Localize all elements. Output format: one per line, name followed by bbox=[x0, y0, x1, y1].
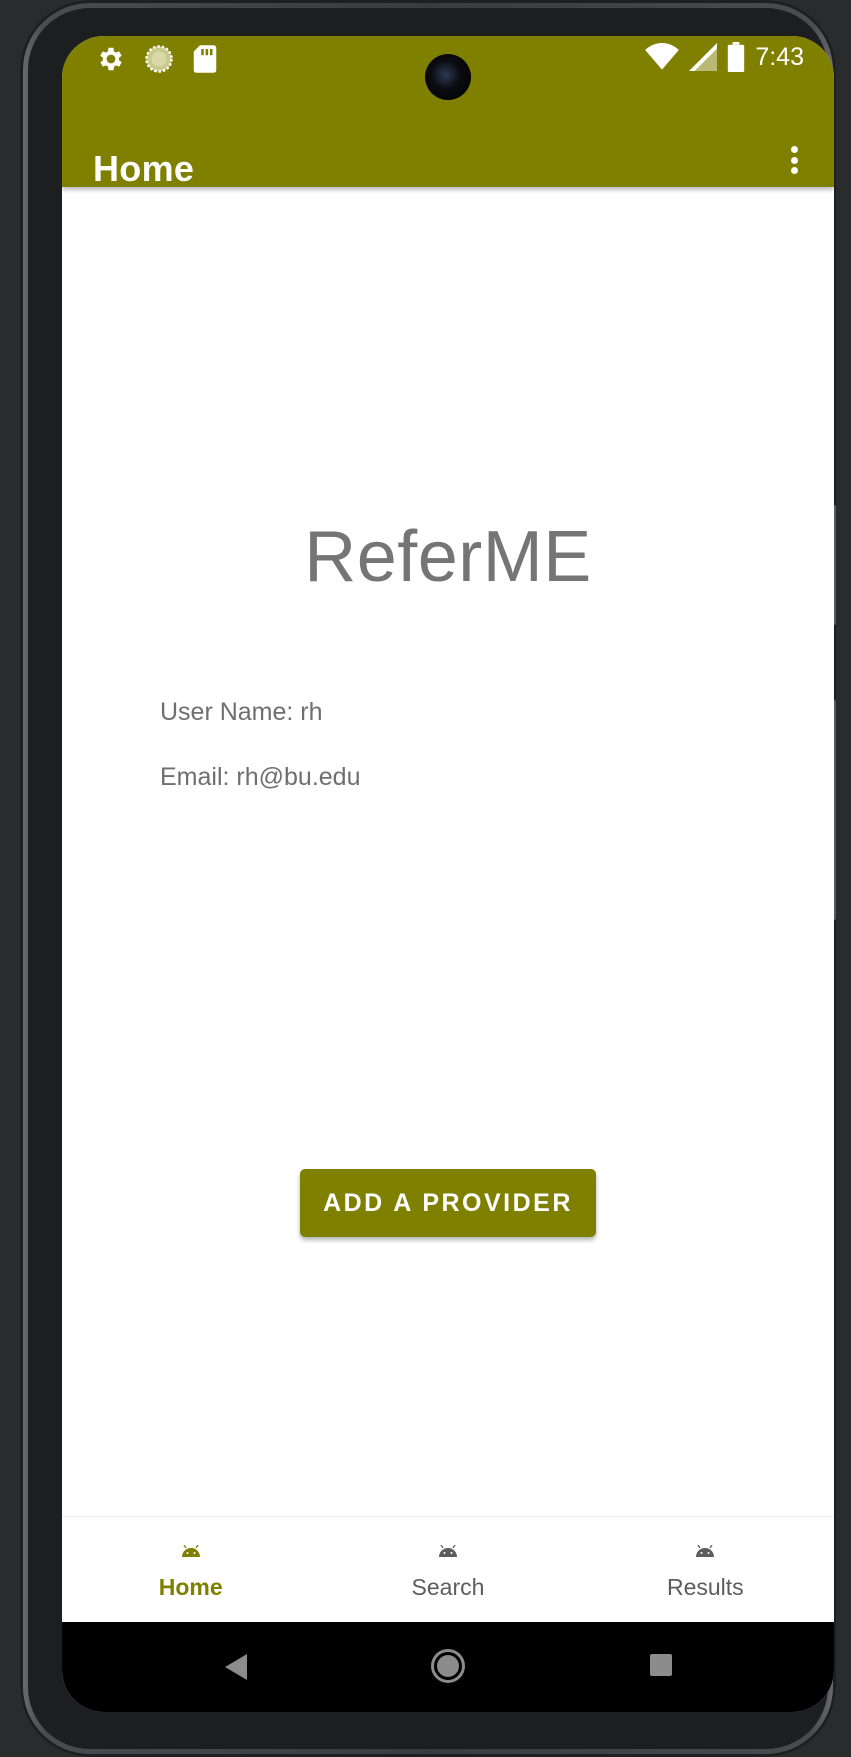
back-icon[interactable] bbox=[225, 1654, 247, 1680]
front-camera bbox=[425, 54, 471, 100]
phone-frame: 7:43 Home ReferME User Name: rh Email: r… bbox=[20, 0, 836, 1757]
status-left-icons bbox=[96, 44, 218, 74]
loading-circle-icon bbox=[145, 45, 173, 73]
email-text: Email: rh@bu.edu bbox=[160, 763, 361, 791]
system-navigation-bar bbox=[62, 1622, 834, 1712]
nav-label-home: Home bbox=[158, 1574, 223, 1600]
phone-screen: 7:43 Home ReferME User Name: rh Email: r… bbox=[62, 36, 834, 1712]
user-name-text: User Name: rh bbox=[160, 698, 323, 726]
bottom-navigation: Home Search Results bbox=[62, 1516, 834, 1623]
nav-item-home[interactable]: Home bbox=[62, 1517, 319, 1623]
nav-label-results: Results bbox=[666, 1574, 744, 1600]
gear-icon bbox=[100, 47, 122, 71]
nav-label-search: Search bbox=[411, 1574, 485, 1600]
nav-item-results[interactable]: Results bbox=[577, 1517, 834, 1623]
app-bar-title: Home bbox=[93, 148, 195, 189]
add-provider-button[interactable]: ADD A PROVIDER bbox=[300, 1169, 596, 1237]
signal-icon bbox=[689, 43, 718, 71]
status-right-icons: 7:43 bbox=[645, 42, 804, 72]
android-icon bbox=[696, 1545, 715, 1557]
recents-square-icon[interactable] bbox=[650, 1654, 672, 1676]
battery-icon bbox=[728, 42, 745, 72]
home-circle-icon[interactable] bbox=[431, 1649, 465, 1683]
android-icon bbox=[438, 1545, 457, 1557]
wifi-icon bbox=[645, 43, 680, 70]
brand-title: ReferME bbox=[304, 517, 592, 597]
android-icon bbox=[181, 1545, 200, 1557]
status-time: 7:43 bbox=[755, 42, 804, 71]
more-vert-icon[interactable] bbox=[784, 140, 804, 180]
sd-card-icon bbox=[193, 45, 217, 73]
nav-item-search[interactable]: Search bbox=[319, 1517, 576, 1623]
